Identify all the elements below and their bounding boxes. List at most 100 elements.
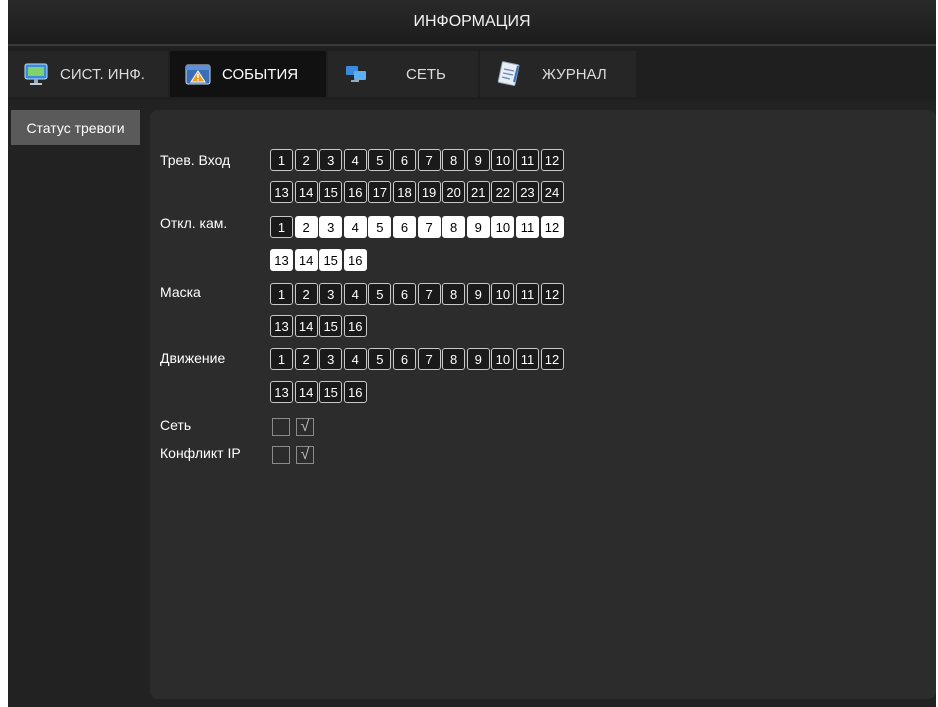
channel-box: 22 [491,181,515,203]
channel-box: 6 [392,283,416,305]
channel-box: 9 [466,216,490,238]
channel-box: 2 [294,283,318,305]
channel-box: 4 [343,348,367,370]
channel-box: 5 [368,283,392,305]
channel-box: 23 [515,181,539,203]
channel-box: 12 [540,283,564,305]
tab-log[interactable]: ЖУРНАЛ [480,51,636,97]
channel-box: 19 [417,181,441,203]
channel-box: 8 [442,149,466,171]
channel-box: 20 [442,181,466,203]
channel-box: 10 [491,216,515,238]
channel-box: 1 [270,216,293,238]
video-loss-channels-2: 13 14 15 16 [270,249,368,271]
video-loss-channels: 1 2 3 4 5 6 7 8 9 10 11 12 [270,216,565,238]
channel-box: 3 [319,348,343,370]
network-icon [342,60,370,88]
video-loss-label: Откл. кам. [160,215,228,231]
tab-label: СОБЫТИЯ [222,65,299,83]
channel-box: 5 [368,216,392,238]
channel-box: 16 [343,249,367,271]
channel-box: 4 [343,283,367,305]
tab-network[interactable]: СЕТЬ [328,51,478,97]
tab-system-info[interactable]: СИСТ. ИНФ. [8,51,168,97]
channel-box: 12 [540,149,564,171]
channel-box: 14 [294,249,318,271]
channel-box: 4 [343,216,367,238]
network-status-checked-box: √ [296,418,314,436]
channel-box: 13 [270,381,293,403]
channel-box: 8 [442,216,466,238]
tab-label: СЕТЬ [406,65,446,83]
channel-box: 9 [466,348,490,370]
tab-label: СИСТ. ИНФ. [60,65,145,83]
alarm-input-channels-2: 13 14 15 16 17 18 19 20 21 22 23 24 [270,181,565,203]
channel-box: 5 [368,348,392,370]
channel-box: 4 [343,149,367,171]
channel-box: 12 [540,348,564,370]
log-icon [494,60,522,88]
tab-bar: СИСТ. ИНФ. СОБЫТИЯ СЕТЬ ЖУРНАЛ [8,48,936,100]
channel-box: 7 [417,348,441,370]
motion-label: Движение [160,350,226,366]
channel-box: 1 [270,283,293,305]
channel-box: 6 [392,216,416,238]
ip-conflict-checked-box: √ [296,446,314,464]
channel-box: 16 [343,381,367,403]
channel-box: 6 [392,348,416,370]
channel-box: 2 [294,216,318,238]
channel-box: 3 [319,149,343,171]
channel-box: 18 [392,181,416,203]
mask-channels: 1 2 3 4 5 6 7 8 9 10 11 12 [270,283,565,305]
channel-box: 10 [491,348,515,370]
channel-box: 15 [319,315,343,337]
channel-box: 7 [417,283,441,305]
ip-conflict-label: Конфликт IP [160,445,241,461]
channel-box: 3 [319,216,343,238]
network-status-box [272,418,290,436]
channel-box: 14 [294,381,318,403]
channel-box: 13 [270,181,293,203]
channel-box: 11 [515,149,539,171]
tab-label: ЖУРНАЛ [542,65,607,83]
alarm-input-label: Трев. Вход [160,152,231,168]
channel-box: 11 [515,283,539,305]
channel-box: 16 [343,315,367,337]
channel-box: 11 [515,216,539,238]
warning-icon [184,60,212,88]
channel-box: 10 [491,149,515,171]
channel-box: 14 [294,181,318,203]
channel-box: 2 [294,149,318,171]
channel-box: 13 [270,315,293,337]
channel-box: 11 [515,348,539,370]
alarm-input-channels: 1 2 3 4 5 6 7 8 9 10 11 12 [270,149,565,171]
channel-box: 5 [368,149,392,171]
channel-box: 15 [319,181,343,203]
channel-box: 8 [442,348,466,370]
network-label: Сеть [160,417,192,433]
sidebar-item-alarm-status[interactable]: Статус тревоги [11,110,140,145]
channel-box: 24 [540,181,564,203]
channel-box: 16 [343,181,367,203]
channel-box: 8 [442,283,466,305]
channel-box: 21 [466,181,490,203]
channel-box: 15 [319,381,343,403]
channel-box: 12 [540,216,564,238]
channel-box: 3 [319,283,343,305]
channel-box: 7 [417,216,441,238]
mask-channels-2: 13 14 15 16 [270,315,368,337]
channel-box: 17 [368,181,392,203]
channel-box: 6 [392,149,416,171]
channel-box: 9 [466,149,490,171]
channel-box: 15 [319,249,343,271]
window-title: ИНФОРМАЦИЯ [8,0,936,46]
ip-conflict-status-box [272,446,290,464]
monitor-icon [22,60,50,88]
motion-channels-2: 13 14 15 16 [270,381,368,403]
channel-box: 1 [270,149,293,171]
motion-channels: 1 2 3 4 5 6 7 8 9 10 11 12 [270,348,565,370]
channel-box: 2 [294,348,318,370]
channel-box: 10 [491,283,515,305]
mask-label: Маска [160,284,201,300]
tab-events[interactable]: СОБЫТИЯ [170,51,326,97]
